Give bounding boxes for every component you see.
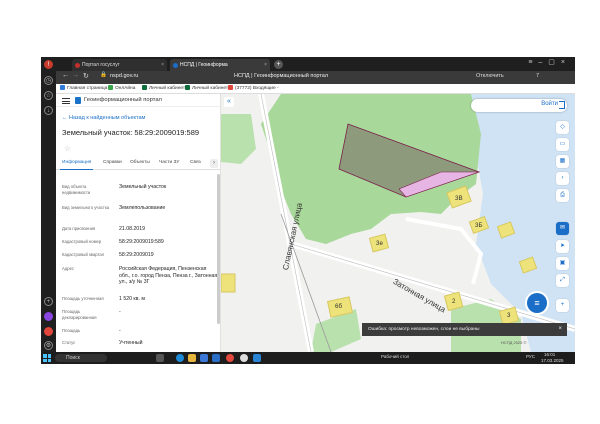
window-controls[interactable]: ≡–▢× xyxy=(528,58,571,66)
tab-favicon xyxy=(173,63,178,68)
chat-icon[interactable]: ✉ xyxy=(556,222,569,235)
browser-sidebar: ! ◷ ☆ ↓ + ⚙ xyxy=(41,57,56,364)
taskview-icon[interactable] xyxy=(156,354,164,362)
desktop-label[interactable]: Рабочий стол xyxy=(381,354,409,359)
back-link[interactable]: ← Назад к найденным объектам xyxy=(62,115,145,121)
portal-title: Геоинформационный портал xyxy=(84,97,162,103)
settings-icon[interactable]: ⚙ xyxy=(44,341,53,350)
history-icon[interactable]: ◷ xyxy=(44,76,53,85)
downloads-counter[interactable]: 7 xyxy=(536,73,539,79)
tab-label: Портал госуслуг xyxy=(82,62,120,68)
menu-fab-icon[interactable]: ≡ xyxy=(527,293,547,313)
login-icon xyxy=(559,101,565,109)
tab-info[interactable]: Информация xyxy=(59,160,94,170)
taskbar: Поиск Рабочий стол РУС 16:01 17.03.2025 xyxy=(41,352,575,364)
clock-date[interactable]: 17.03.2025 xyxy=(541,358,564,363)
locate-icon[interactable]: ➤ xyxy=(556,240,569,253)
profile-icon[interactable]: ! xyxy=(44,60,53,69)
alice-icon[interactable] xyxy=(44,312,53,321)
forward-icon[interactable]: → xyxy=(72,72,79,79)
app-icon[interactable] xyxy=(253,354,261,362)
green-zone-small xyxy=(221,114,256,164)
bookmark-2[interactable]: Личный кабинет xyxy=(142,85,185,91)
map-canvas[interactable]: « Войти ◇ ▭ ▦ ‹ ⎙ ✉ ➤ ▣ ⤢ + ≡ 3В 3Б 3е 6… xyxy=(221,94,575,352)
explorer-icon[interactable] xyxy=(188,354,196,362)
mail-icon[interactable] xyxy=(212,354,220,362)
bookmark-3[interactable]: Личный кабинет xyxy=(185,85,228,91)
clock-time[interactable]: 16:01 xyxy=(544,352,555,357)
basemap-icon[interactable]: ▭ xyxy=(556,138,569,151)
layers-icon[interactable]: ◇ xyxy=(556,121,569,134)
lang-indicator[interactable]: РУС xyxy=(526,354,535,359)
close-icon[interactable]: × xyxy=(264,59,267,71)
collapse-panel-icon[interactable]: « xyxy=(224,97,234,107)
url-field[interactable]: nspd.gov.ru xyxy=(110,73,138,79)
bookmark-0[interactable]: Главная страница xyxy=(60,85,107,91)
close-icon[interactable]: × xyxy=(161,59,164,71)
road xyxy=(405,217,484,285)
gallery-icon[interactable]: ▣ xyxy=(556,257,569,270)
info-panel: Геоинформационный портал ← Назад к найде… xyxy=(56,94,221,352)
new-tab-button[interactable]: + xyxy=(274,60,283,69)
print-icon[interactable]: ⎙ xyxy=(556,189,569,202)
reload-icon[interactable]: ↻ xyxy=(83,72,89,80)
app-icon[interactable] xyxy=(44,327,53,336)
bookmarks-icon[interactable]: ☆ xyxy=(44,91,53,100)
bookmark-4[interactable]: (37772) Входящие - xyxy=(228,85,279,91)
taskbar-search[interactable]: Поиск xyxy=(55,354,107,362)
zoom-in-icon[interactable]: + xyxy=(556,299,569,312)
yandex-browser-icon[interactable] xyxy=(226,354,234,362)
address-bar: ← → ↻ 🔒 nspd.gov.ru НСПД | Геоинформацио… xyxy=(56,71,575,84)
building xyxy=(221,273,236,293)
login-button[interactable]: Войти xyxy=(471,99,567,112)
store-icon[interactable] xyxy=(200,354,208,362)
tab-parts[interactable]: Части ЗУ xyxy=(159,160,179,165)
lock-icon: 🔒 xyxy=(100,72,107,78)
tab-favicon xyxy=(75,63,80,68)
error-toast: Ошибка: просмотр невозможен, слои не выб… xyxy=(362,323,567,336)
object-title: Земельный участок: 58:29:2009019:589 xyxy=(62,128,200,137)
close-icon[interactable]: × xyxy=(558,323,562,336)
page-title: НСПД | Геоинформационный портал xyxy=(234,73,329,79)
tab-strip: Портал госуслуг × НСПД | Геоинформа × + … xyxy=(56,57,575,71)
tab-nspd[interactable]: НСПД | Геоинформа × xyxy=(170,59,270,71)
favorite-star-icon[interactable]: ☆ xyxy=(64,144,71,153)
measure-icon[interactable]: ▦ xyxy=(556,155,569,168)
screen: ! ◷ ☆ ↓ + ⚙ Портал госуслуг × НСПД | Гео… xyxy=(41,57,575,364)
bookmarks-bar: Главная страница ОнлАйна Личный кабинет … xyxy=(56,84,575,94)
tab-certificates[interactable]: Справки xyxy=(103,160,122,165)
building-label: 3В xyxy=(455,195,463,202)
portal-logo xyxy=(75,97,81,104)
building-label: 3 xyxy=(507,312,511,319)
back-icon[interactable]: ← xyxy=(62,72,69,79)
share-icon[interactable]: ‹ xyxy=(556,172,569,185)
yandex-icon[interactable] xyxy=(240,354,248,362)
tab-objects[interactable]: Объекты xyxy=(130,160,150,165)
panel-scrollbar[interactable] xyxy=(217,174,220,324)
building-label: 3е xyxy=(376,240,383,247)
menu-icon[interactable] xyxy=(62,98,70,104)
tab-links[interactable]: Связ xyxy=(190,160,201,165)
scale-label: НСПД 2025 © xyxy=(501,340,527,345)
tab-label: НСПД | Геоинформа xyxy=(180,62,228,68)
bookmark-1[interactable]: ОнлАйна xyxy=(108,85,135,91)
edge-icon[interactable] xyxy=(176,354,184,362)
building-label: 3Б xyxy=(475,222,483,229)
building-label: 2 xyxy=(452,298,456,305)
add-icon[interactable]: + xyxy=(44,297,53,306)
tab-gosuslugi[interactable]: Портал госуслуг × xyxy=(72,59,167,71)
zoom-extent-icon[interactable]: ⤢ xyxy=(556,274,569,287)
building-label: 6б xyxy=(335,303,342,310)
map-layers xyxy=(221,94,575,352)
panel-tabs: Информация Справки Объекты Части ЗУ Связ… xyxy=(56,158,220,170)
downloads-icon[interactable]: ↓ xyxy=(44,106,53,115)
panel-header: Геоинформационный портал xyxy=(56,94,220,107)
translate-label[interactable]: Отключить xyxy=(476,73,504,79)
windows-start-icon[interactable] xyxy=(43,354,51,362)
chevron-right-icon[interactable]: › xyxy=(210,159,218,168)
